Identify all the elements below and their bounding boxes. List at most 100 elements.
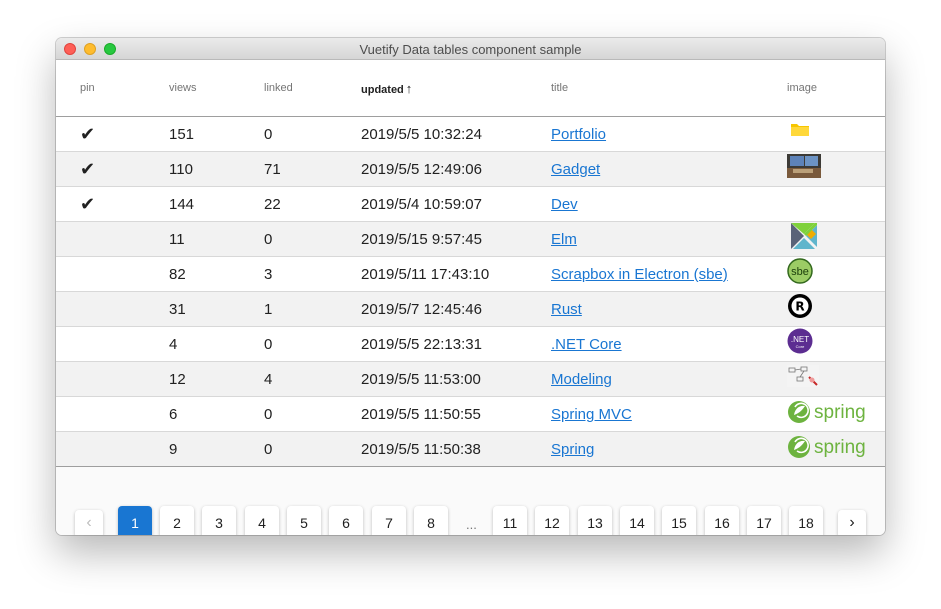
pagination: ‹ 1 2 3 4 5 6 7 8 ... 11 12 13 14 15 16 … xyxy=(56,506,885,535)
spring-logo-text: spring xyxy=(814,402,866,423)
updated-cell: 2019/5/4 10:59:07 xyxy=(361,186,551,222)
dotnet-logo-icon: .NET Core xyxy=(787,328,821,354)
title-link[interactable]: Elm xyxy=(551,231,577,248)
chevron-right-icon: › xyxy=(849,514,855,531)
image-cell: .NET Core xyxy=(787,326,885,362)
updated-cell: 2019/5/5 11:50:38 xyxy=(361,431,551,467)
views-cell: 151 xyxy=(169,116,264,152)
image-cell xyxy=(787,221,885,257)
title-link[interactable]: Portfolio xyxy=(551,126,606,143)
page-button-5[interactable]: 5 xyxy=(287,506,321,535)
title-cell: Spring MVC xyxy=(551,396,787,432)
linked-cell: 1 xyxy=(264,291,361,327)
linked-cell: 0 xyxy=(264,431,361,467)
linked-cell: 0 xyxy=(264,116,361,152)
page-button-18[interactable]: 18 xyxy=(789,506,823,535)
views-cell: 4 xyxy=(169,326,264,362)
page-button-12[interactable]: 12 xyxy=(535,506,569,535)
sort-arrow-up-icon: ↑ xyxy=(405,80,413,96)
pin-cell xyxy=(56,291,169,327)
linked-cell: 0 xyxy=(264,326,361,362)
rust-logo-icon: R xyxy=(787,293,821,319)
header-linked[interactable]: linked xyxy=(264,60,361,117)
linked-cell: 4 xyxy=(264,361,361,397)
views-cell: 6 xyxy=(169,396,264,432)
pin-cell xyxy=(56,396,169,432)
elm-logo-icon xyxy=(787,223,821,249)
page-button-15[interactable]: 15 xyxy=(662,506,696,535)
title-cell: Scrapbox in Electron (sbe) xyxy=(551,256,787,292)
views-cell: 9 xyxy=(169,431,264,467)
pin-check-icon: ✔ xyxy=(56,116,169,152)
page-button-11[interactable]: 11 xyxy=(493,506,527,535)
title-cell: Modeling xyxy=(551,361,787,397)
title-link[interactable]: .NET Core xyxy=(551,336,622,353)
pin-cell xyxy=(56,256,169,292)
header-updated[interactable]: updated ↑ xyxy=(361,60,551,117)
app-window: Vuetify Data tables component sample pin… xyxy=(56,38,885,535)
title-link[interactable]: Gadget xyxy=(551,161,600,178)
title-link[interactable]: Spring MVC xyxy=(551,406,632,423)
spring-logo-icon: spring xyxy=(787,433,885,459)
title-cell: Elm xyxy=(551,221,787,257)
title-link[interactable]: Scrapbox in Electron (sbe) xyxy=(551,266,728,283)
next-page-button[interactable]: › xyxy=(838,510,866,535)
page-button-8[interactable]: 8 xyxy=(414,506,448,535)
linked-cell: 0 xyxy=(264,396,361,432)
image-cell xyxy=(787,186,885,222)
title-link[interactable]: Spring xyxy=(551,441,594,458)
header-views[interactable]: views xyxy=(169,60,264,117)
data-table: pin views linked updated ↑ title image ✔ … xyxy=(56,60,885,467)
table-header-row: pin views linked updated ↑ title image xyxy=(56,60,885,117)
table-row: ✔ 144 22 2019/5/4 10:59:07 Dev xyxy=(56,186,885,222)
pin-cell xyxy=(56,326,169,362)
pin-check-icon: ✔ xyxy=(56,186,169,222)
page-button-13[interactable]: 13 xyxy=(578,506,612,535)
header-pin[interactable]: pin xyxy=(56,60,169,117)
views-cell: 82 xyxy=(169,256,264,292)
page-button-3[interactable]: 3 xyxy=(202,506,236,535)
dotnet-logo-subtext: Core xyxy=(796,344,805,349)
page-button-14[interactable]: 14 xyxy=(620,506,654,535)
page-button-7[interactable]: 7 xyxy=(372,506,406,535)
page-button-1[interactable]: 1 xyxy=(118,506,152,535)
image-cell: sbe xyxy=(787,256,885,292)
linked-cell: 22 xyxy=(264,186,361,222)
data-table-container: pin views linked updated ↑ title image ✔ … xyxy=(56,60,885,535)
spring-logo-text: spring xyxy=(814,437,866,458)
svg-text:R: R xyxy=(795,300,804,314)
spring-logo-icon: spring xyxy=(787,398,885,424)
views-cell: 11 xyxy=(169,221,264,257)
page-button-2[interactable]: 2 xyxy=(160,506,194,535)
updated-cell: 2019/5/5 12:49:06 xyxy=(361,151,551,187)
title-cell: Rust xyxy=(551,291,787,327)
title-link[interactable]: Dev xyxy=(551,196,578,213)
folder-icon xyxy=(787,118,821,144)
title-link[interactable]: Modeling xyxy=(551,371,612,388)
gadget-photo-thumbnail xyxy=(787,153,821,179)
image-cell: spring xyxy=(787,431,885,467)
page-button-17[interactable]: 17 xyxy=(747,506,781,535)
table-row: 11 0 2019/5/15 9:57:45 Elm xyxy=(56,221,885,257)
header-image[interactable]: image xyxy=(787,60,885,117)
updated-cell: 2019/5/5 22:13:31 xyxy=(361,326,551,362)
header-title[interactable]: title xyxy=(551,60,787,117)
linked-cell: 3 xyxy=(264,256,361,292)
page-button-4[interactable]: 4 xyxy=(245,506,279,535)
title-cell: Spring xyxy=(551,431,787,467)
header-updated-label: updated xyxy=(361,83,404,96)
previous-page-button[interactable]: ‹ xyxy=(75,510,103,535)
title-bar: Vuetify Data tables component sample xyxy=(56,38,885,60)
views-cell: 144 xyxy=(169,186,264,222)
sbe-logo-text: sbe xyxy=(791,266,809,278)
pin-cell xyxy=(56,221,169,257)
table-row: 82 3 2019/5/11 17:43:10 Scrapbox in Elec… xyxy=(56,256,885,292)
title-cell: Portfolio xyxy=(551,116,787,152)
title-link[interactable]: Rust xyxy=(551,301,582,318)
page-button-6[interactable]: 6 xyxy=(329,506,363,535)
updated-cell: 2019/5/5 11:50:55 xyxy=(361,396,551,432)
updated-cell: 2019/5/15 9:57:45 xyxy=(361,221,551,257)
page-button-16[interactable]: 16 xyxy=(705,506,739,535)
pin-cell xyxy=(56,361,169,397)
table-row: 9 0 2019/5/5 11:50:38 Spring spring xyxy=(56,431,885,467)
